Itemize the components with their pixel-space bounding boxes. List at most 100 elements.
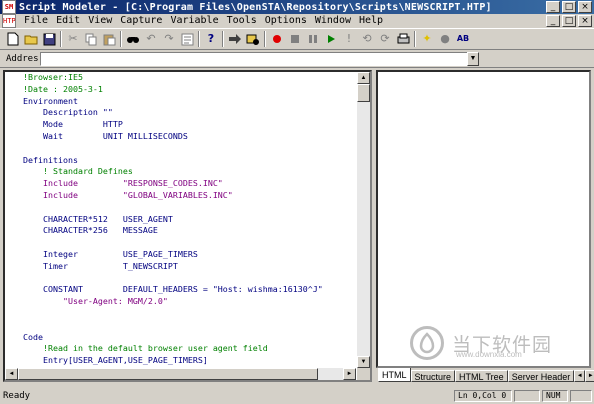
- undo-icon[interactable]: ↶: [142, 30, 160, 48]
- code-line[interactable]: Definitions: [23, 155, 353, 167]
- code-line[interactable]: Entry[USER_AGENT,USE_PAGE_TIMERS]: [23, 355, 353, 367]
- toolbar-separator: [120, 31, 122, 47]
- menu-options[interactable]: Options: [261, 14, 311, 28]
- check-icon[interactable]: AB: [454, 30, 472, 48]
- code-line[interactable]: Mode HTTP: [23, 119, 353, 131]
- code-line[interactable]: "User-Agent: MGM/2.0": [23, 296, 353, 308]
- scroll-right-button[interactable]: ►: [343, 368, 356, 380]
- menu-window[interactable]: Window: [311, 14, 355, 28]
- horizontal-scroll-thumb[interactable]: [18, 368, 318, 380]
- code-line[interactable]: Description "": [23, 107, 353, 119]
- minimize-button[interactable]: _: [546, 1, 560, 13]
- code-line[interactable]: !Browser:IE5: [23, 72, 353, 84]
- num-lock-indicator: NUM: [542, 390, 568, 402]
- tab-scroll-left-button[interactable]: ◄: [574, 370, 586, 382]
- status-text: Ready: [3, 391, 31, 401]
- address-dropdown-button[interactable]: ▼: [467, 51, 479, 66]
- code-line[interactable]: [23, 202, 353, 214]
- code-line[interactable]: Include "GLOBAL_VARIABLES.INC": [23, 190, 353, 202]
- copy-icon[interactable]: [82, 30, 100, 48]
- pause-icon[interactable]: [304, 30, 322, 48]
- code-line[interactable]: CHARACTER*512 USER_AGENT: [23, 214, 353, 226]
- go-icon[interactable]: [226, 30, 244, 48]
- stop-icon[interactable]: [286, 30, 304, 48]
- close-button[interactable]: ×: [578, 1, 592, 13]
- menu-bar: HTP File Edit View Capture Variable Tool…: [0, 14, 594, 28]
- compile-icon[interactable]: [178, 30, 196, 48]
- code-line[interactable]: !Read in the default browser user agent …: [23, 343, 353, 355]
- new-document-icon[interactable]: [4, 30, 22, 48]
- doc-minimize-button[interactable]: _: [546, 15, 560, 27]
- replace-icon[interactable]: ⟲: [358, 30, 376, 48]
- horizontal-scrollbar[interactable]: ◄ ►: [5, 368, 356, 380]
- tab-server-header[interactable]: Server Header: [507, 370, 575, 382]
- code-line[interactable]: Include "RESPONSE_CODES.INC": [23, 178, 353, 190]
- menu-variable[interactable]: Variable: [166, 14, 222, 28]
- code-line[interactable]: [23, 320, 353, 332]
- address-input[interactable]: [40, 51, 468, 66]
- play-icon[interactable]: [322, 30, 340, 48]
- open-folder-icon[interactable]: [22, 30, 40, 48]
- sync-icon[interactable]: ⟳: [376, 30, 394, 48]
- watermark-logo-icon: [410, 326, 444, 360]
- find-icon[interactable]: [124, 30, 142, 48]
- paste-icon[interactable]: [100, 30, 118, 48]
- code-line[interactable]: Wait UNIT MILLISECONDS: [23, 131, 353, 143]
- address-bar: Addres: ▼: [0, 50, 594, 68]
- toolbar-separator: [60, 31, 62, 47]
- vertical-scrollbar[interactable]: ▲ ▼: [357, 72, 370, 368]
- help-icon[interactable]: ?: [202, 30, 220, 48]
- tab-scroll-right-button[interactable]: ►: [585, 370, 594, 382]
- html-view-pane[interactable]: [376, 70, 591, 368]
- address-label: Addres:: [6, 53, 44, 64]
- code-line[interactable]: [23, 308, 353, 320]
- script-code[interactable]: !Browser:IE5 !Date : 2005-3-1 Environment …: [23, 72, 353, 367]
- scroll-left-button[interactable]: ◄: [5, 368, 18, 380]
- view-tabs: HTML Structure HTML Tree Server Header ◄…: [378, 368, 594, 382]
- code-line[interactable]: Timer T_NEWSCRIPT: [23, 261, 353, 273]
- watermark-subtext: www.downxia.com: [456, 350, 522, 359]
- code-line[interactable]: !Date : 2005-3-1: [23, 84, 353, 96]
- record-icon[interactable]: [268, 30, 286, 48]
- menu-file[interactable]: File: [20, 14, 52, 28]
- doc-close-button[interactable]: ×: [578, 15, 592, 27]
- code-line[interactable]: [23, 273, 353, 285]
- maximize-button[interactable]: □: [562, 1, 576, 13]
- scroll-up-button[interactable]: ▲: [357, 72, 370, 84]
- toolbar-separator: [264, 31, 266, 47]
- code-line[interactable]: Environment: [23, 96, 353, 108]
- code-line[interactable]: CONSTANT DEFAULT_HEADERS = "Host: wishma…: [23, 284, 353, 296]
- tab-structure[interactable]: Structure: [410, 370, 456, 382]
- save-icon[interactable]: [40, 30, 58, 48]
- menu-help[interactable]: Help: [355, 14, 387, 28]
- vertical-scroll-thumb[interactable]: [357, 84, 370, 102]
- insert-cursor-icon[interactable]: !: [340, 30, 358, 48]
- menu-tools[interactable]: Tools: [223, 14, 261, 28]
- code-line[interactable]: [23, 237, 353, 249]
- code-line[interactable]: Code: [23, 332, 353, 344]
- highlight-icon[interactable]: ✦: [418, 30, 436, 48]
- toolbar-separator: [198, 31, 200, 47]
- code-line[interactable]: CHARACTER*256 MESSAGE: [23, 225, 353, 237]
- document-icon[interactable]: HTP: [2, 14, 16, 28]
- toolbar-separator: [222, 31, 224, 47]
- cut-icon[interactable]: ✂: [64, 30, 82, 48]
- menu-view[interactable]: View: [84, 14, 116, 28]
- code-line[interactable]: Integer USE_PAGE_TIMERS: [23, 249, 353, 261]
- tab-html-tree[interactable]: HTML Tree: [455, 370, 508, 382]
- menu-capture[interactable]: Capture: [116, 14, 166, 28]
- menu-edit[interactable]: Edit: [52, 14, 84, 28]
- dot-icon[interactable]: ●: [436, 30, 454, 48]
- redo-icon[interactable]: ↷: [160, 30, 178, 48]
- doc-maximize-button[interactable]: □: [562, 15, 576, 27]
- print-icon[interactable]: [394, 30, 412, 48]
- cursor-position: Ln 0,Col 0: [454, 390, 512, 402]
- script-editor[interactable]: !Browser:IE5 !Date : 2005-3-1 Environment …: [3, 70, 372, 382]
- toolbar-separator: [414, 31, 416, 47]
- scroll-down-button[interactable]: ▼: [357, 356, 370, 368]
- tab-html[interactable]: HTML: [378, 368, 411, 382]
- code-line[interactable]: ! Standard Defines: [23, 166, 353, 178]
- status-bar: Ready Ln 0,Col 0 NUM: [0, 388, 594, 404]
- capture-icon[interactable]: [244, 30, 262, 48]
- code-line[interactable]: [23, 143, 353, 155]
